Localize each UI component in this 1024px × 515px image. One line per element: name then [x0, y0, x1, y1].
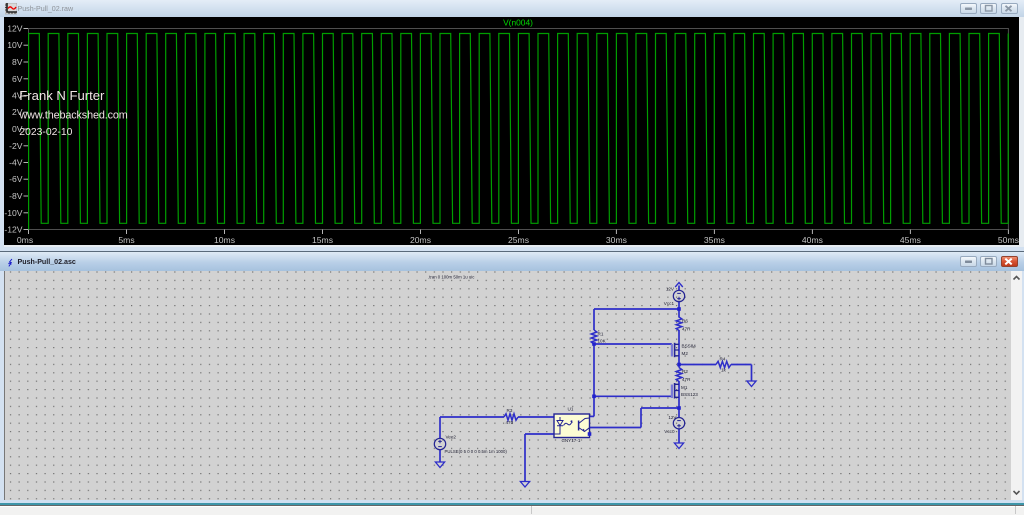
- svg-text:M1: M1: [681, 385, 688, 390]
- svg-text:Vcc1: Vcc1: [664, 301, 675, 306]
- svg-text:25ms: 25ms: [508, 235, 529, 245]
- svg-text:PULSE(0 5 0 0 0 0.5m 1m 1000): PULSE(0 5 0 0 0 0.5m 1m 1000): [445, 449, 508, 454]
- svg-text:-10V: -10V: [4, 208, 22, 218]
- svg-text:1k: 1k: [721, 367, 727, 372]
- svg-text:CNY17-1: CNY17-1: [562, 438, 581, 443]
- svg-text:2023-02-10: 2023-02-10: [19, 127, 72, 138]
- svg-text:10ms: 10ms: [214, 235, 235, 245]
- svg-text:5ms: 5ms: [118, 235, 134, 245]
- svg-text:-12V: -12V: [4, 225, 22, 235]
- svg-text:20ms: 20ms: [410, 235, 431, 245]
- svg-text:47R: 47R: [682, 377, 691, 382]
- svg-text:R6: R6: [682, 319, 688, 324]
- svg-text:BSS123: BSS123: [681, 392, 698, 397]
- svg-text:0ms: 0ms: [17, 235, 33, 245]
- svg-text:47R: 47R: [682, 327, 691, 332]
- svg-text:12V: 12V: [7, 24, 23, 34]
- svg-text:www.thebackshed.com: www.thebackshed.com: [19, 110, 128, 122]
- svg-text:50ms: 50ms: [998, 235, 1019, 245]
- svg-text:30ms: 30ms: [606, 235, 627, 245]
- svg-text:35ms: 35ms: [704, 235, 725, 245]
- svg-text:Frank N Furter: Frank N Furter: [19, 88, 105, 103]
- svg-text:12V: 12V: [666, 287, 675, 292]
- svg-text:Vcc0: Vcc0: [664, 429, 675, 434]
- svg-text:.tran 0 100m 50m 1u uic: .tran 0 100m 50m 1u uic: [428, 274, 475, 279]
- svg-text:40ms: 40ms: [802, 235, 823, 245]
- svg-text:-4V: -4V: [9, 158, 23, 168]
- svg-text:10K: 10K: [598, 338, 607, 343]
- svg-text:R3: R3: [507, 408, 513, 413]
- svg-text:-6V: -6V: [9, 174, 23, 184]
- svg-text:8V: 8V: [12, 57, 23, 67]
- svg-text:12V: 12V: [668, 415, 677, 420]
- svg-text:V(n004): V(n004): [503, 18, 533, 28]
- svg-text:R4: R4: [720, 357, 726, 362]
- svg-text:470: 470: [506, 420, 514, 425]
- svg-text:-2V: -2V: [9, 141, 23, 151]
- svg-text:M2: M2: [682, 351, 689, 356]
- svg-text:45ms: 45ms: [900, 235, 921, 245]
- svg-text:10V: 10V: [7, 40, 23, 50]
- svg-text:U1: U1: [568, 406, 574, 411]
- svg-text:6V: 6V: [12, 74, 23, 84]
- svg-text:Vee2: Vee2: [446, 434, 457, 439]
- svg-text:R1: R1: [598, 332, 604, 337]
- svg-text:BSS84: BSS84: [682, 343, 697, 348]
- svg-text:R2: R2: [682, 369, 688, 374]
- svg-text:-8V: -8V: [9, 191, 23, 201]
- svg-text:15ms: 15ms: [312, 235, 333, 245]
